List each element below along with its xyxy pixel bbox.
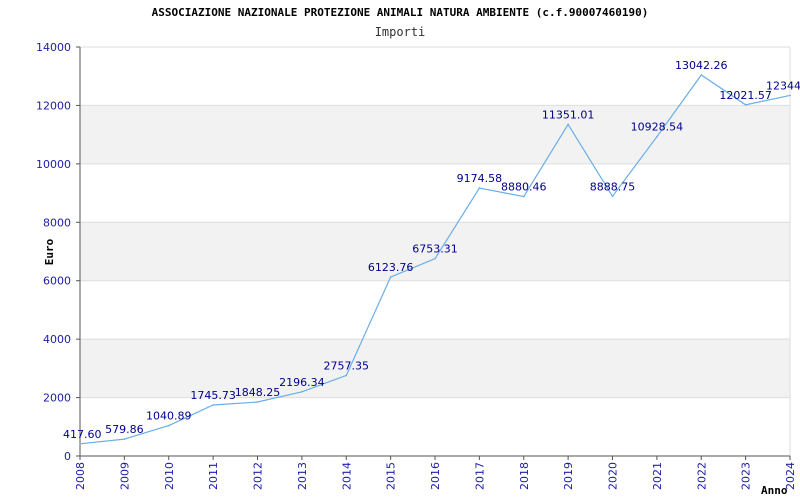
data-point bbox=[123, 438, 126, 440]
data-point bbox=[700, 74, 703, 76]
data-label: 10928.54 bbox=[631, 121, 684, 134]
data-label: 8880.46 bbox=[501, 181, 547, 194]
data-point bbox=[522, 195, 525, 198]
data-point bbox=[345, 374, 348, 377]
y-tick-label: 0 bbox=[64, 450, 71, 463]
x-tick-label: 2010 bbox=[163, 462, 176, 490]
x-tick-label: 2011 bbox=[207, 462, 220, 490]
data-label: 579.86 bbox=[105, 423, 144, 436]
x-tick-label: 2021 bbox=[651, 462, 664, 490]
data-point bbox=[212, 404, 214, 406]
background-band bbox=[80, 105, 790, 164]
data-label: 2757.35 bbox=[324, 359, 370, 372]
y-tick-label: 6000 bbox=[43, 275, 71, 288]
data-label: 6123.76 bbox=[368, 261, 414, 274]
x-tick-label: 2023 bbox=[740, 462, 753, 490]
x-tick-label: 2022 bbox=[695, 462, 708, 490]
data-label: 12021.57 bbox=[719, 89, 772, 102]
y-tick-label: 10000 bbox=[36, 158, 71, 171]
data-label: 8888.75 bbox=[590, 180, 636, 193]
x-tick-label: 2012 bbox=[252, 462, 265, 490]
x-tick-label: 2017 bbox=[473, 462, 486, 490]
data-point bbox=[744, 103, 747, 106]
data-label: 2196.34 bbox=[279, 376, 325, 389]
data-point bbox=[79, 443, 81, 445]
x-tick-label: 2015 bbox=[385, 462, 398, 490]
x-tick-label: 2018 bbox=[518, 462, 531, 490]
x-tick-label: 2016 bbox=[429, 462, 442, 490]
data-point bbox=[656, 135, 658, 138]
x-tick-label: 2009 bbox=[118, 462, 131, 490]
x-tick-label: 2020 bbox=[607, 462, 620, 490]
data-point bbox=[301, 391, 303, 393]
data-point bbox=[478, 187, 481, 189]
data-label: 12344.5 bbox=[766, 79, 800, 92]
y-tick-label: 2000 bbox=[43, 392, 71, 405]
y-tick-label: 8000 bbox=[43, 216, 71, 229]
data-point bbox=[256, 401, 259, 403]
data-label: 1848.25 bbox=[235, 386, 281, 399]
data-point bbox=[611, 195, 614, 198]
x-axis-label: Anno bbox=[761, 484, 788, 497]
data-point bbox=[567, 123, 569, 126]
data-label: 13042.26 bbox=[675, 59, 728, 72]
y-tick-label: 4000 bbox=[43, 333, 71, 346]
data-label: 1040.89 bbox=[146, 410, 192, 423]
line-chart: 0 2000 4000 6000 8000 10000 12000 14000 2008 200… bbox=[36, 41, 800, 497]
y-tick-label: 12000 bbox=[36, 99, 71, 112]
y-axis-label: Euro bbox=[43, 238, 56, 265]
x-tick-label: 2014 bbox=[340, 462, 353, 490]
background-band bbox=[80, 339, 790, 398]
data-point bbox=[167, 424, 170, 427]
x-tick-label: 2013 bbox=[296, 462, 309, 490]
data-point bbox=[789, 94, 791, 97]
data-label: 11351.01 bbox=[542, 108, 595, 121]
x-tick-label: 2019 bbox=[562, 462, 575, 490]
data-point bbox=[434, 257, 436, 260]
data-label: 9174.58 bbox=[457, 172, 503, 185]
data-label: 1745.73 bbox=[190, 389, 236, 402]
data-label: 417.60 bbox=[63, 428, 102, 441]
x-tick-label: 2008 bbox=[74, 462, 87, 490]
data-point bbox=[389, 276, 392, 278]
y-tick-label: 14000 bbox=[36, 41, 71, 54]
data-label: 6753.31 bbox=[412, 243, 458, 256]
